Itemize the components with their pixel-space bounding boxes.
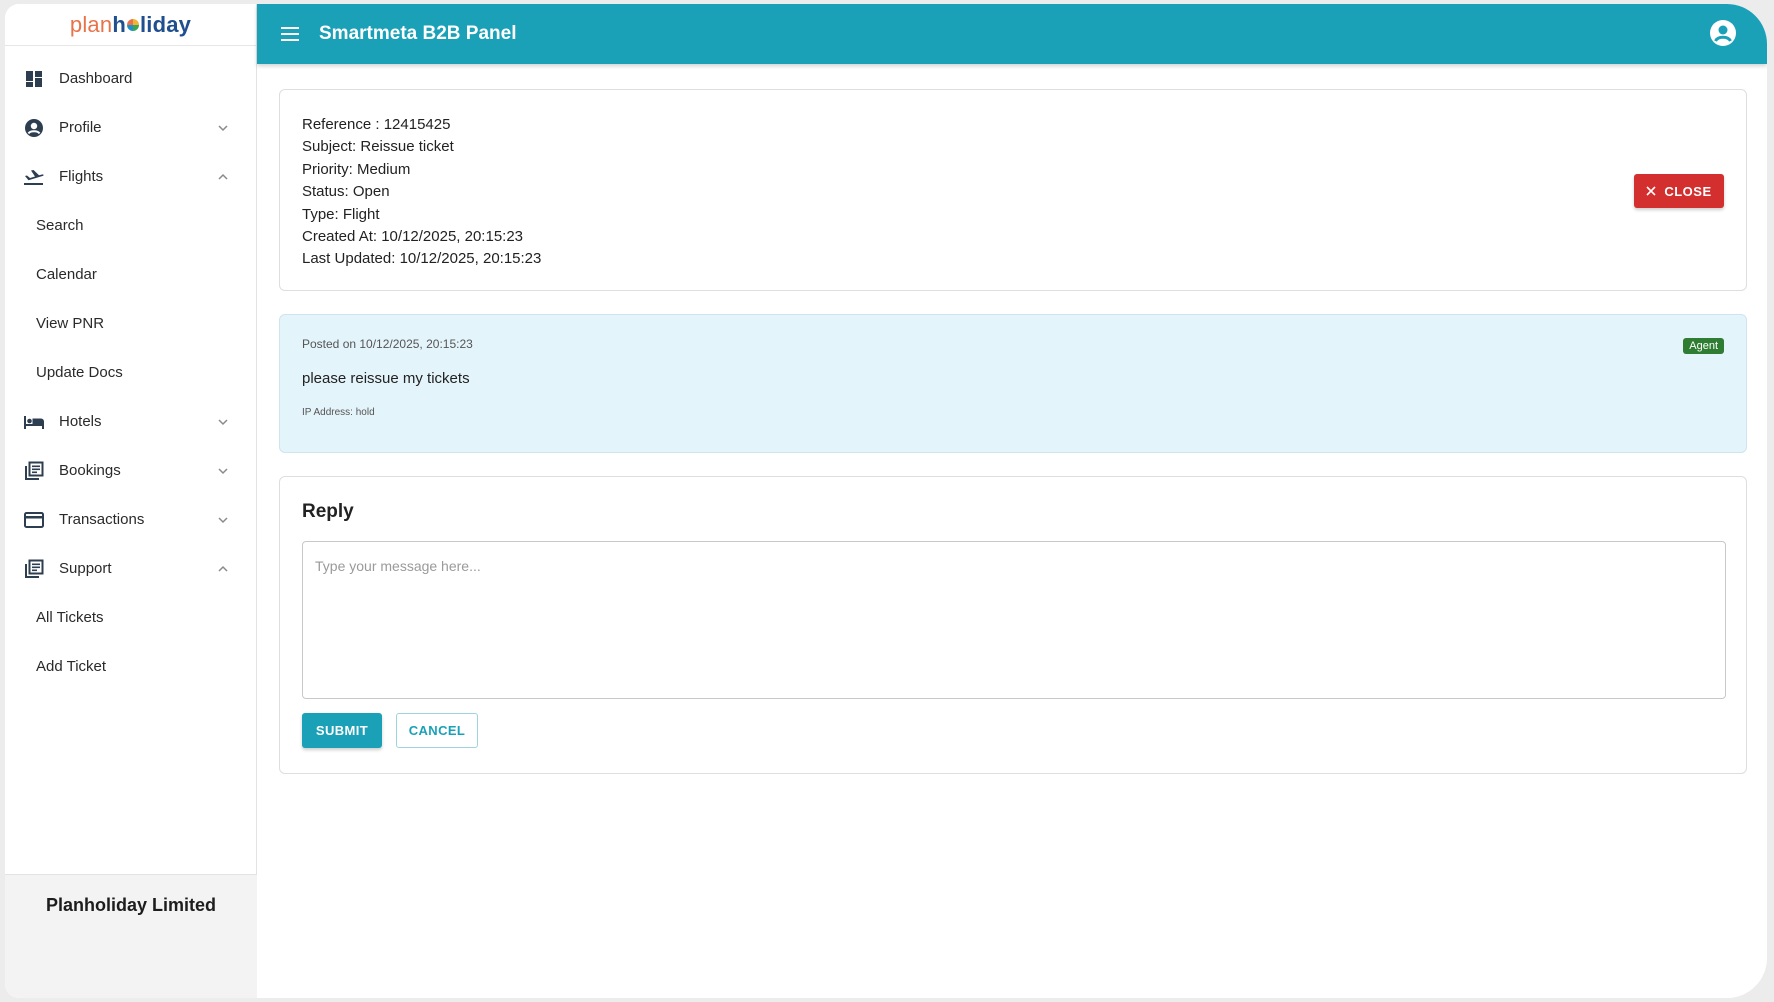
chevron-down-icon bbox=[218, 467, 228, 474]
sidebar-item-transactions[interactable]: Transactions bbox=[5, 495, 256, 544]
logo-text-plan: plan bbox=[69, 11, 113, 37]
chevron-down-icon bbox=[218, 516, 228, 523]
account-circle-icon bbox=[23, 117, 45, 139]
message-body: please reissue my tickets bbox=[302, 370, 470, 387]
reply-card: Reply SUBMIT CANCEL bbox=[279, 476, 1747, 774]
sidebar-item-flights[interactable]: Flights bbox=[5, 152, 256, 201]
close-icon bbox=[1646, 186, 1656, 196]
sidebar-item-label: Support bbox=[59, 560, 112, 577]
chevron-up-icon bbox=[218, 173, 228, 180]
globe-logo-icon bbox=[126, 18, 139, 31]
sidebar-subitem-all-tickets[interactable]: All Tickets bbox=[5, 593, 256, 642]
sidebar-item-support[interactable]: Support bbox=[5, 544, 256, 593]
sidebar: plan h liday Dashboard Profile Flights S… bbox=[5, 4, 257, 998]
ticket-priority: Priority: Medium bbox=[302, 160, 411, 178]
brand-logo[interactable]: plan h liday bbox=[5, 4, 256, 46]
ticket-last-updated: Last Updated: 10/12/2025, 20:15:23 bbox=[302, 250, 542, 268]
sidebar-item-hotels[interactable]: Hotels bbox=[5, 397, 256, 446]
ticket-info-card: Reference : 12415425 Subject: Reissue ti… bbox=[279, 89, 1747, 291]
ticket-reference: Reference : 12415425 bbox=[302, 116, 451, 133]
message-ip-address: IP Address: hold bbox=[302, 407, 375, 418]
ticket-message-card: Posted on 10/12/2025, 20:15:23 Agent ple… bbox=[279, 314, 1747, 453]
sidebar-subitem-add-ticket[interactable]: Add Ticket bbox=[5, 642, 256, 691]
sidebar-subitem-view-pnr[interactable]: View PNR bbox=[5, 299, 256, 348]
sidebar-item-label: Hotels bbox=[59, 413, 102, 430]
sidebar-item-label: Profile bbox=[59, 119, 102, 136]
page-title: Smartmeta B2B Panel bbox=[319, 23, 517, 44]
main-content: Reference : 12415425 Subject: Reissue ti… bbox=[257, 64, 1767, 998]
close-ticket-button[interactable]: CLOSE bbox=[1634, 174, 1724, 208]
sidebar-subitem-update-docs[interactable]: Update Docs bbox=[5, 348, 256, 397]
logo-text-liday: liday bbox=[139, 11, 192, 37]
top-app-bar: Smartmeta B2B Panel bbox=[257, 4, 1767, 64]
chevron-down-icon bbox=[218, 418, 228, 425]
agent-badge: Agent bbox=[1683, 338, 1724, 354]
app-window: plan h liday Dashboard Profile Flights S… bbox=[5, 4, 1767, 998]
sidebar-subitem-calendar[interactable]: Calendar bbox=[5, 250, 256, 299]
ticket-type: Type: Flight bbox=[302, 205, 380, 223]
library-books-icon bbox=[23, 460, 45, 482]
message-posted-time: Posted on 10/12/2025, 20:15:23 bbox=[302, 337, 473, 351]
sidebar-item-label: Transactions bbox=[59, 511, 145, 528]
hamburger-menu-icon[interactable] bbox=[279, 23, 301, 45]
account-circle-icon[interactable] bbox=[1709, 19, 1737, 47]
sidebar-item-label: Bookings bbox=[59, 462, 121, 479]
reply-message-input[interactable] bbox=[302, 541, 1726, 699]
sidebar-item-label: Flights bbox=[59, 168, 104, 185]
ticket-created-at: Created At: 10/12/2025, 20:15:23 bbox=[302, 228, 524, 246]
ticket-status: Status: Open bbox=[302, 183, 390, 201]
submit-button[interactable]: SUBMIT bbox=[302, 713, 382, 748]
sidebar-subitem-search[interactable]: Search bbox=[5, 201, 256, 250]
library-books-icon bbox=[23, 558, 45, 580]
ticket-subject: Subject: Reissue ticket bbox=[302, 138, 454, 156]
reply-actions: SUBMIT CANCEL bbox=[302, 713, 1724, 748]
reply-heading: Reply bbox=[302, 501, 354, 522]
dashboard-icon bbox=[23, 68, 45, 90]
sidebar-item-bookings[interactable]: Bookings bbox=[5, 446, 256, 495]
logo-text-h: h bbox=[112, 11, 126, 37]
cancel-button[interactable]: CANCEL bbox=[396, 713, 478, 748]
sidebar-nav: Dashboard Profile Flights Search Calenda… bbox=[5, 46, 256, 691]
sidebar-item-dashboard[interactable]: Dashboard bbox=[5, 54, 256, 103]
flight-takeoff-icon bbox=[23, 166, 45, 188]
sidebar-item-label: Dashboard bbox=[59, 70, 133, 87]
hotel-bed-icon bbox=[23, 411, 45, 433]
close-button-label: CLOSE bbox=[1664, 183, 1712, 199]
credit-card-icon bbox=[23, 509, 45, 531]
sidebar-item-profile[interactable]: Profile bbox=[5, 103, 256, 152]
chevron-up-icon bbox=[218, 565, 228, 572]
chevron-down-icon bbox=[218, 124, 228, 131]
sidebar-footer-company: Planholiday Limited bbox=[5, 874, 257, 998]
